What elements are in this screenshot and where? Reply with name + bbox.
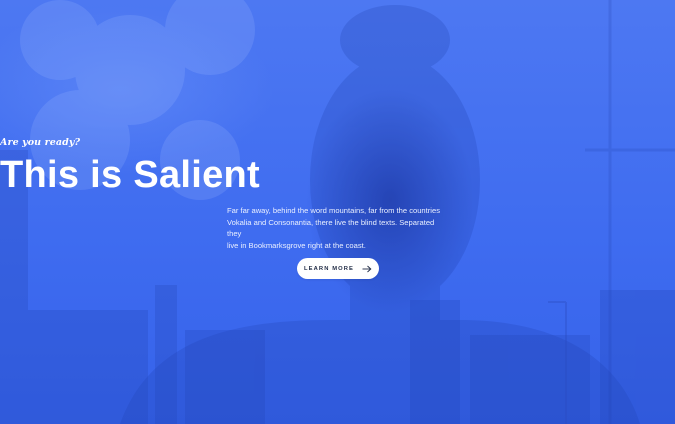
hero-description-line: live in Bookmarksgrove right at the coas… [227, 240, 366, 250]
hero-description-line: Far far away, behind the word mountains,… [227, 206, 441, 215]
hero-section: Are you ready? This is Salient Far far a… [0, 0, 675, 424]
learn-more-label: LEARN MORE [304, 265, 354, 272]
hero-description: Far far away, behind the word mountains,… [227, 205, 448, 251]
hero-kicker: Are you ready? [0, 137, 81, 148]
learn-more-button[interactable]: LEARN MORE [297, 258, 379, 279]
arrow-right-icon [362, 265, 372, 272]
hero-title: This is Salient [0, 154, 261, 196]
hero-description-line: Vokalia and Consonantia, there live the … [227, 217, 435, 239]
